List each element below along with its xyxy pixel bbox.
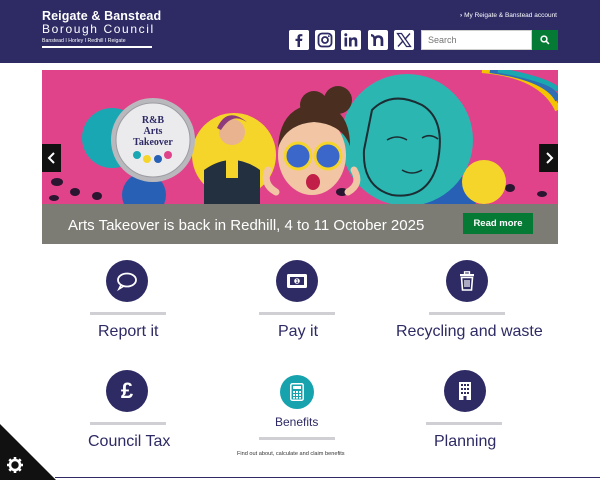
service-link-planning[interactable]: Planning xyxy=(434,433,496,451)
service-icon-planning[interactable] xyxy=(444,370,486,412)
service-link-benefits[interactable]: Benefits xyxy=(275,415,318,429)
logo-line-1: Reigate & Banstead xyxy=(42,9,162,23)
service-icon-recycling[interactable] xyxy=(446,260,488,302)
service-divider xyxy=(259,312,335,315)
facebook-icon[interactable] xyxy=(289,30,309,50)
site-header: Reigate & Banstead Borough Council Banst… xyxy=(0,0,600,63)
search-icon xyxy=(540,35,550,45)
logo-line-2: Borough Council xyxy=(42,22,155,36)
council-logo[interactable]: Reigate & Banstead Borough Council Banst… xyxy=(42,9,161,48)
instagram-icon[interactable] xyxy=(315,30,335,50)
nextdoor-icon[interactable] xyxy=(368,30,388,50)
service-divider xyxy=(426,422,502,425)
service-icon-benefits[interactable] xyxy=(280,375,314,409)
cookie-settings-button[interactable] xyxy=(0,424,56,480)
building-icon xyxy=(459,382,471,400)
pound-icon: £ xyxy=(120,378,134,403)
page-divider xyxy=(55,477,600,478)
svg-text:1: 1 xyxy=(296,279,299,285)
hero-caption: Arts Takeover is back in Redhill, 4 to 1… xyxy=(68,217,425,234)
carousel-prev-button[interactable] xyxy=(42,144,61,172)
logo-line-3: Banstead I Horley I Redhill I Reigate xyxy=(42,37,152,48)
linkedin-icon[interactable] xyxy=(341,30,361,50)
banknote-icon: 1 xyxy=(287,274,307,288)
badge-line-2: Arts xyxy=(144,126,163,137)
carousel-next-button[interactable] xyxy=(539,144,558,172)
service-divider xyxy=(259,437,335,440)
service-icon-council-tax[interactable]: £ xyxy=(106,370,148,412)
calculator-icon xyxy=(290,383,304,401)
service-icon-report[interactable] xyxy=(106,260,148,302)
service-divider xyxy=(90,312,166,315)
hero-caption-bar: Arts Takeover is back in Redhill, 4 to 1… xyxy=(42,204,558,244)
read-more-button[interactable]: Read more xyxy=(463,213,533,234)
x-icon[interactable] xyxy=(394,30,414,50)
badge-line-1: R&B xyxy=(142,115,165,126)
badge-line-3: Takeover xyxy=(133,137,173,148)
account-link[interactable]: › My Reigate & Banstead account xyxy=(460,12,557,19)
search-input[interactable] xyxy=(421,30,532,50)
bin-icon xyxy=(460,271,474,291)
chevron-left-icon xyxy=(47,152,55,164)
account-link-label: My Reigate & Banstead account xyxy=(464,12,557,19)
benefits-description: Find out about, calculate and claim bene… xyxy=(237,451,345,457)
service-link-report-it[interactable]: Report it xyxy=(98,323,158,341)
chevron-right-icon: › xyxy=(459,12,463,19)
search-button[interactable] xyxy=(532,30,558,50)
service-icon-pay[interactable]: 1 xyxy=(276,260,318,302)
hero-banner[interactable]: R&B Arts Takeover Arts Takeover is back … xyxy=(42,70,558,244)
service-divider xyxy=(429,312,505,315)
service-divider xyxy=(90,422,166,425)
service-link-pay-it[interactable]: Pay it xyxy=(278,323,318,341)
chevron-right-icon xyxy=(545,152,553,164)
speech-bubble-icon xyxy=(117,272,137,291)
service-link-council-tax[interactable]: Council Tax xyxy=(88,433,170,451)
service-link-recycling[interactable]: Recycling and waste xyxy=(396,323,543,341)
